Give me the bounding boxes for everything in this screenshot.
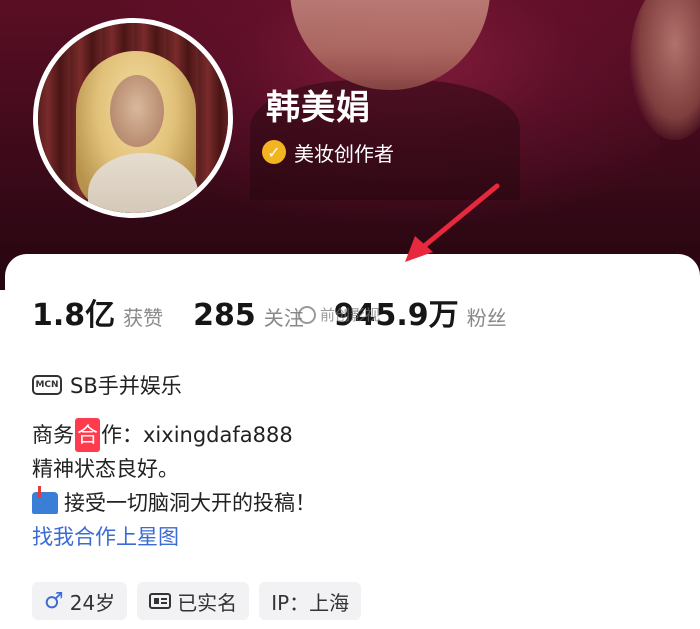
mailbox-icon <box>32 486 58 514</box>
bio-business-line: 商务合作：xixingdafa888 <box>32 418 316 452</box>
male-gender-icon: ♂ <box>44 588 64 614</box>
avatar-face <box>110 75 164 147</box>
profile-tags: ♂ 24岁 已实名 IP：上海 <box>32 582 362 620</box>
bio-line-3-text: 接受一切脑洞大开的投稿！ <box>64 491 316 515</box>
watermark-icon <box>298 305 316 324</box>
bio-line-2: 精神状态良好。 <box>32 457 179 481</box>
id-card-icon <box>149 593 172 609</box>
bio-line-3: 接受一切脑洞大开的投稿！ <box>32 486 316 520</box>
mcn-row[interactable]: MCN SB手并娱乐 <box>32 370 182 400</box>
stat-likes-label: 获赞 <box>123 306 164 330</box>
bio-business-prefix: 商务 <box>32 423 74 447</box>
check-badge-icon: ✓ <box>262 140 286 164</box>
stat-likes-number: 1.8亿 <box>32 298 116 333</box>
tag-age: ♂ 24岁 <box>32 582 128 620</box>
mcn-icon: MCN <box>32 375 62 395</box>
watermark: 前创影视 <box>298 304 380 325</box>
star-map-link[interactable]: 找我合作上星图 <box>32 520 316 554</box>
bio-business-highlight: 合 <box>75 418 100 452</box>
stats-row: 1.8亿 获赞 285 关注 945.9万 粉丝 <box>32 290 537 334</box>
stat-following-number: 285 <box>193 298 256 333</box>
bio: 商务合作：xixingdafa888 精神状态良好。 接受一切脑洞大开的投稿！ … <box>32 418 316 554</box>
watermark-text: 前创影视 <box>320 306 381 324</box>
tag-age-text: 24岁 <box>69 590 116 615</box>
stat-following[interactable]: 285 关注 <box>193 298 304 333</box>
tag-realname-text: 已实名 <box>177 590 238 615</box>
profile-name: 韩美娟 <box>266 88 371 128</box>
red-arrow-annotation <box>405 183 500 262</box>
mcn-text: SB手并娱乐 <box>70 374 182 398</box>
verified-label: 美妆创作者 <box>294 141 394 166</box>
stat-likes[interactable]: 1.8亿 获赞 <box>32 290 163 334</box>
verified-row: ✓ 美妆创作者 <box>262 138 394 166</box>
stat-followers-label: 粉丝 <box>466 306 507 330</box>
tag-ip: IP：上海 <box>259 582 362 620</box>
tag-ip-text: IP：上海 <box>271 590 350 615</box>
avatar[interactable] <box>33 18 233 218</box>
bio-business-contact: 作：xixingdafa888 <box>101 423 293 447</box>
tag-realname: 已实名 <box>137 582 250 620</box>
